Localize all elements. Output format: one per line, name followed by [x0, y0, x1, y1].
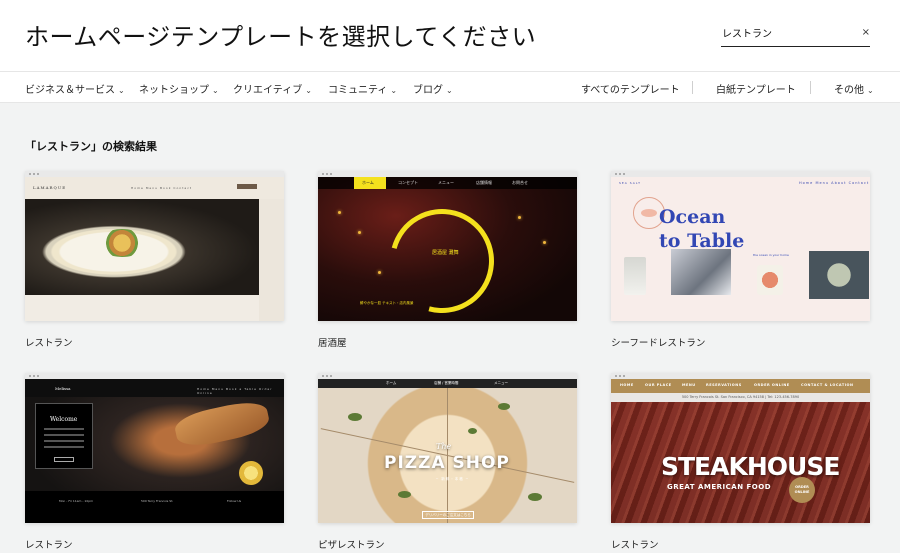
thumb-links: Home Menu Book Contact [131, 186, 193, 190]
template-card-pizza-restaurant[interactable]: ホーム 店舗 / 営業時間 メニュー The PIZZA SHOP ─ 新鮮・本… [318, 373, 577, 551]
nav-item-label: ビジネス＆サービス [25, 85, 115, 96]
template-name: 居酒屋 [318, 338, 347, 349]
thumb-footer-text: 鮮やかな一皿 テキスト・店内風景 [360, 301, 414, 305]
order-online-badge: ORDER ONLINE [789, 477, 815, 503]
search-box[interactable]: × [721, 20, 870, 47]
template-name: レストラン [25, 338, 73, 349]
page-title: ホームページテンプレートを選択してください [25, 23, 537, 51]
fish-photo [671, 249, 731, 295]
close-icon[interactable]: × [862, 27, 870, 38]
thumb-logo: Melissa [55, 386, 71, 391]
template-thumbnail[interactable]: SEA SALT Home Menu About Contact Ocean t… [611, 171, 870, 321]
page-header: ホームページテンプレートを選択してください × [0, 0, 900, 72]
nav-item-blog[interactable]: ブログ ⌄ [413, 81, 453, 96]
search-input[interactable] [721, 20, 851, 44]
template-thumbnail[interactable]: ホーム コンセプト メニュー 店舗情報 お問合せ 居酒屋 灘舞 鮮やかな一皿 テ… [318, 171, 577, 321]
nav-divider [692, 81, 693, 94]
thumb-menubar: ホーム コンセプト メニュー 店舗情報 お問合せ [318, 177, 577, 189]
template-name: ピザレストラン [318, 540, 385, 551]
chevron-down-icon: ⌄ [212, 86, 219, 95]
thumb-subtitle: GREAT AMERICAN FOOD [667, 483, 772, 491]
thumb-links: Home Menu Book a Table Order Online [197, 387, 273, 395]
nav-item-all-templates[interactable]: すべてのテンプレート [581, 81, 680, 96]
template-card-restaurant-lamarque[interactable]: LAMARQUE Home Menu Book Contact レストラン [25, 171, 284, 349]
nav-item-creative[interactable]: クリエイティブ ⌄ [233, 81, 312, 96]
template-thumbnail[interactable]: LAMARQUE Home Menu Book Contact [25, 171, 284, 321]
nav-item-online-store[interactable]: ネットショップ ⌄ [139, 81, 219, 96]
browser-bar [611, 171, 870, 177]
template-thumbnail[interactable]: Melissa Home Menu Book a Table Order Onl… [25, 373, 284, 523]
chevron-down-icon: ⌄ [305, 86, 312, 95]
nav-item-other[interactable]: その他 ⌄ [834, 81, 874, 96]
welcome-box: Welcome [35, 403, 93, 469]
thumb-links: Home Menu About Contact [799, 181, 870, 185]
nav-item-community[interactable]: コミュニティ ⌄ [328, 81, 397, 96]
nav-item-label: ネットショップ [139, 85, 209, 96]
template-name: シーフードレストラン [611, 338, 706, 349]
template-thumbnail[interactable]: HOME OUR PLACE MENU RESERVATIONS ORDER O… [611, 373, 870, 523]
thumb-tagline: the ocean in your home [753, 253, 789, 257]
template-card-steakhouse[interactable]: HOME OUR PLACE MENU RESERVATIONS ORDER O… [611, 373, 870, 551]
template-card-seafood-restaurant[interactable]: SEA SALT Home Menu About Contact Ocean t… [611, 171, 870, 349]
template-name: レストラン [611, 540, 659, 551]
thumb-address: 500 Terry Francois St. San Francisco, CA… [611, 393, 870, 402]
nav-divider [810, 81, 811, 94]
template-card-restaurant-melissa[interactable]: Melissa Home Menu Book a Table Order Onl… [25, 373, 284, 551]
thumb-logo: LAMARQUE [33, 185, 67, 190]
chevron-down-icon: ⌄ [446, 86, 453, 95]
template-thumbnail[interactable]: ホーム 店舗 / 営業時間 メニュー The PIZZA SHOP ─ 新鮮・本… [318, 373, 577, 523]
thumb-headline: PIZZA SHOP [384, 453, 510, 473]
izakaya-logo-text: 居酒屋 灘舞 [432, 250, 459, 256]
nav-item-business[interactable]: ビジネス＆サービス ⌄ [25, 81, 125, 96]
nav-item-label: クリエイティブ [233, 85, 303, 96]
thumb-subtitle: ─ 新鮮・本格 ─ [436, 477, 469, 481]
thumb-brand: SEA SALT [619, 181, 641, 185]
nav-item-label: その他 [834, 85, 864, 96]
nav-item-label: ブログ [413, 85, 443, 96]
results-title: 「レストラン」の検索結果 [25, 140, 157, 153]
chevron-down-icon: ⌄ [390, 86, 398, 95]
thumb-button: デリバリーのご注文はこちら [422, 511, 474, 519]
thumb-the: The [436, 442, 452, 451]
nav-item-blank-templates[interactable]: 白紙テンプレート [716, 81, 796, 96]
nav-item-label: コミュニティ [328, 85, 388, 96]
template-name: レストラン [25, 540, 73, 551]
thumb-menubar: HOME OUR PLACE MENU RESERVATIONS ORDER O… [611, 379, 870, 393]
template-card-izakaya[interactable]: ホーム コンセプト メニュー 店舗情報 お問合せ 居酒屋 灘舞 鮮やかな一皿 テ… [318, 171, 577, 349]
chevron-down-icon: ⌄ [867, 86, 874, 95]
thumb-headline: Ocean to Table [659, 206, 745, 252]
thumb-footer: Mon - Fri 11am - 10pm 500 Terry Francois… [25, 491, 284, 523]
category-nav: ビジネス＆サービス ⌄ ネットショップ ⌄ クリエイティブ ⌄ コミュニティ ⌄ ブログ… [0, 72, 900, 103]
chevron-down-icon: ⌄ [118, 86, 125, 95]
thumb-menubar: ホーム 店舗 / 営業時間 メニュー [318, 379, 577, 388]
thumb-headline: STEAKHOUSE [661, 452, 840, 481]
